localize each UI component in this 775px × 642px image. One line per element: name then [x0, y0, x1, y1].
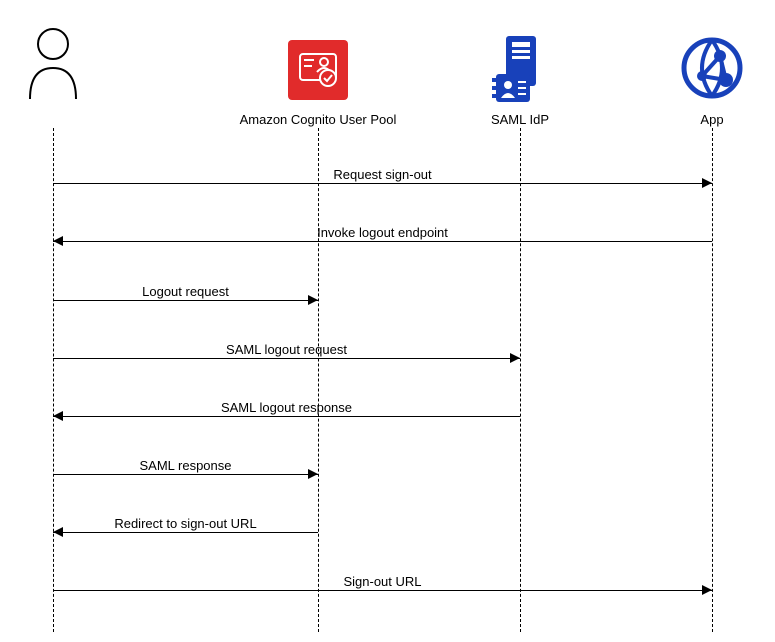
message-label: SAML logout request	[53, 342, 520, 357]
sequence-diagram: Amazon Cognito User Pool SAML IdP App Re…	[0, 0, 775, 642]
actor-label-idp: SAML IdP	[420, 112, 620, 127]
lifeline-cognito	[318, 128, 319, 632]
lifeline-idp	[520, 128, 521, 632]
message-line	[53, 183, 712, 184]
message-label: SAML logout response	[53, 400, 520, 415]
user-icon	[28, 28, 78, 103]
message-line	[53, 474, 318, 475]
message-label: SAML response	[53, 458, 318, 473]
actor-label-app: App	[612, 112, 775, 127]
actor-label-cognito: Amazon Cognito User Pool	[218, 112, 418, 127]
message-label: Request sign-out	[53, 167, 712, 182]
message-label: Redirect to sign-out URL	[53, 516, 318, 531]
message-label: Logout request	[53, 284, 318, 299]
lifeline-user	[53, 128, 54, 632]
message-line	[53, 358, 520, 359]
message-line	[53, 241, 712, 242]
saml-idp-icon	[490, 34, 550, 109]
lifeline-app	[712, 128, 713, 632]
app-icon	[680, 36, 744, 103]
cognito-icon	[288, 40, 348, 100]
message-line	[53, 590, 712, 591]
message-label: Invoke logout endpoint	[53, 225, 712, 240]
message-label: Sign-out URL	[53, 574, 712, 589]
message-line	[53, 532, 318, 533]
message-line	[53, 416, 520, 417]
message-line	[53, 300, 318, 301]
